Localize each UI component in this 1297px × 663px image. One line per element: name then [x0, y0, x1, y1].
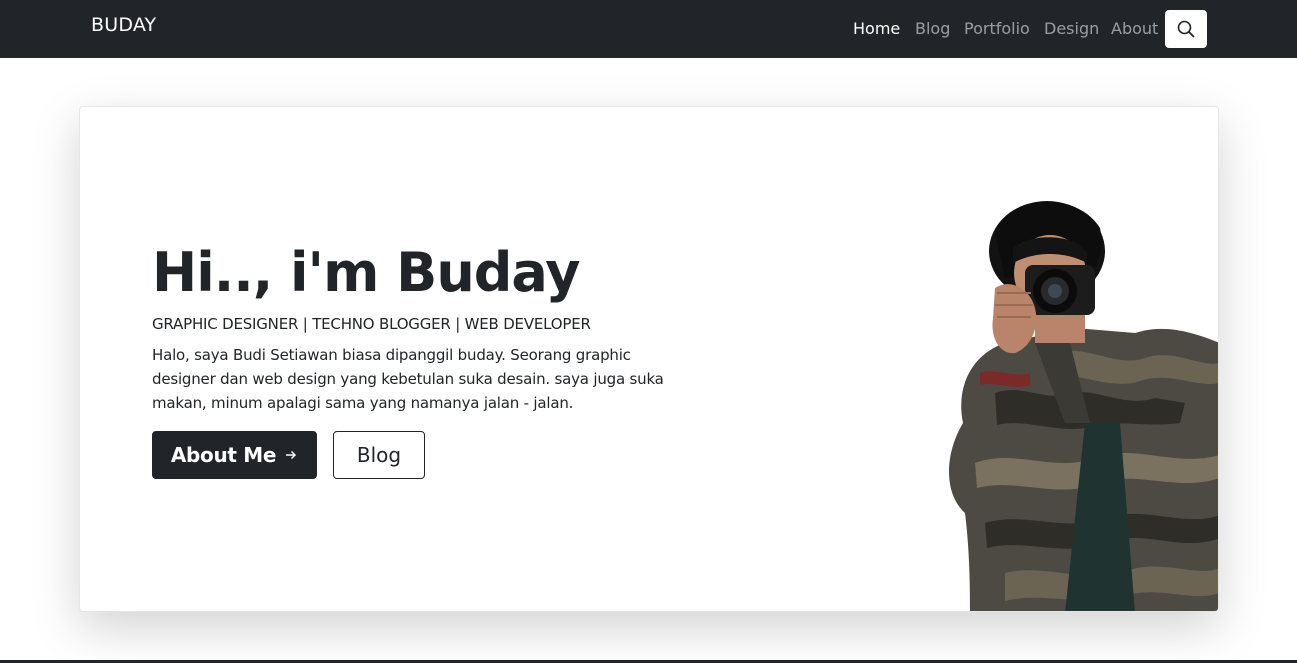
nav-link-home[interactable]: Home	[853, 18, 900, 40]
search-button[interactable]	[1165, 10, 1207, 48]
portrait-photo	[949, 201, 1218, 611]
search-icon	[1177, 20, 1195, 38]
nav-link-about[interactable]: About	[1111, 18, 1158, 40]
nav-links: Home Blog Portfolio Design About	[0, 18, 1297, 40]
top-navbar: BUDAY Home Blog Portfolio Design About	[0, 0, 1297, 58]
hero-subtitle: GRAPHIC DESIGNER | TECHNO BLOGGER | WEB …	[152, 315, 591, 333]
hero-description: Halo, saya Budi Setiawan biasa dipanggil…	[152, 346, 664, 412]
about-me-button-label: About Me	[170, 443, 277, 467]
blog-button[interactable]: Blog	[333, 431, 425, 479]
nav-link-portfolio[interactable]: Portfolio	[964, 18, 1030, 40]
blog-button-label: Blog	[356, 443, 402, 467]
nav-link-design[interactable]: Design	[1044, 18, 1099, 40]
nav-link-blog[interactable]: Blog	[915, 18, 950, 40]
hero-card: Hi.., i'm Buday GRAPHIC DESIGNER | TECHN…	[79, 106, 1219, 612]
about-me-button[interactable]: About Me	[152, 431, 317, 479]
arrow-right-icon	[286, 450, 297, 460]
hero-title: Hi.., i'm Buday	[152, 241, 580, 304]
